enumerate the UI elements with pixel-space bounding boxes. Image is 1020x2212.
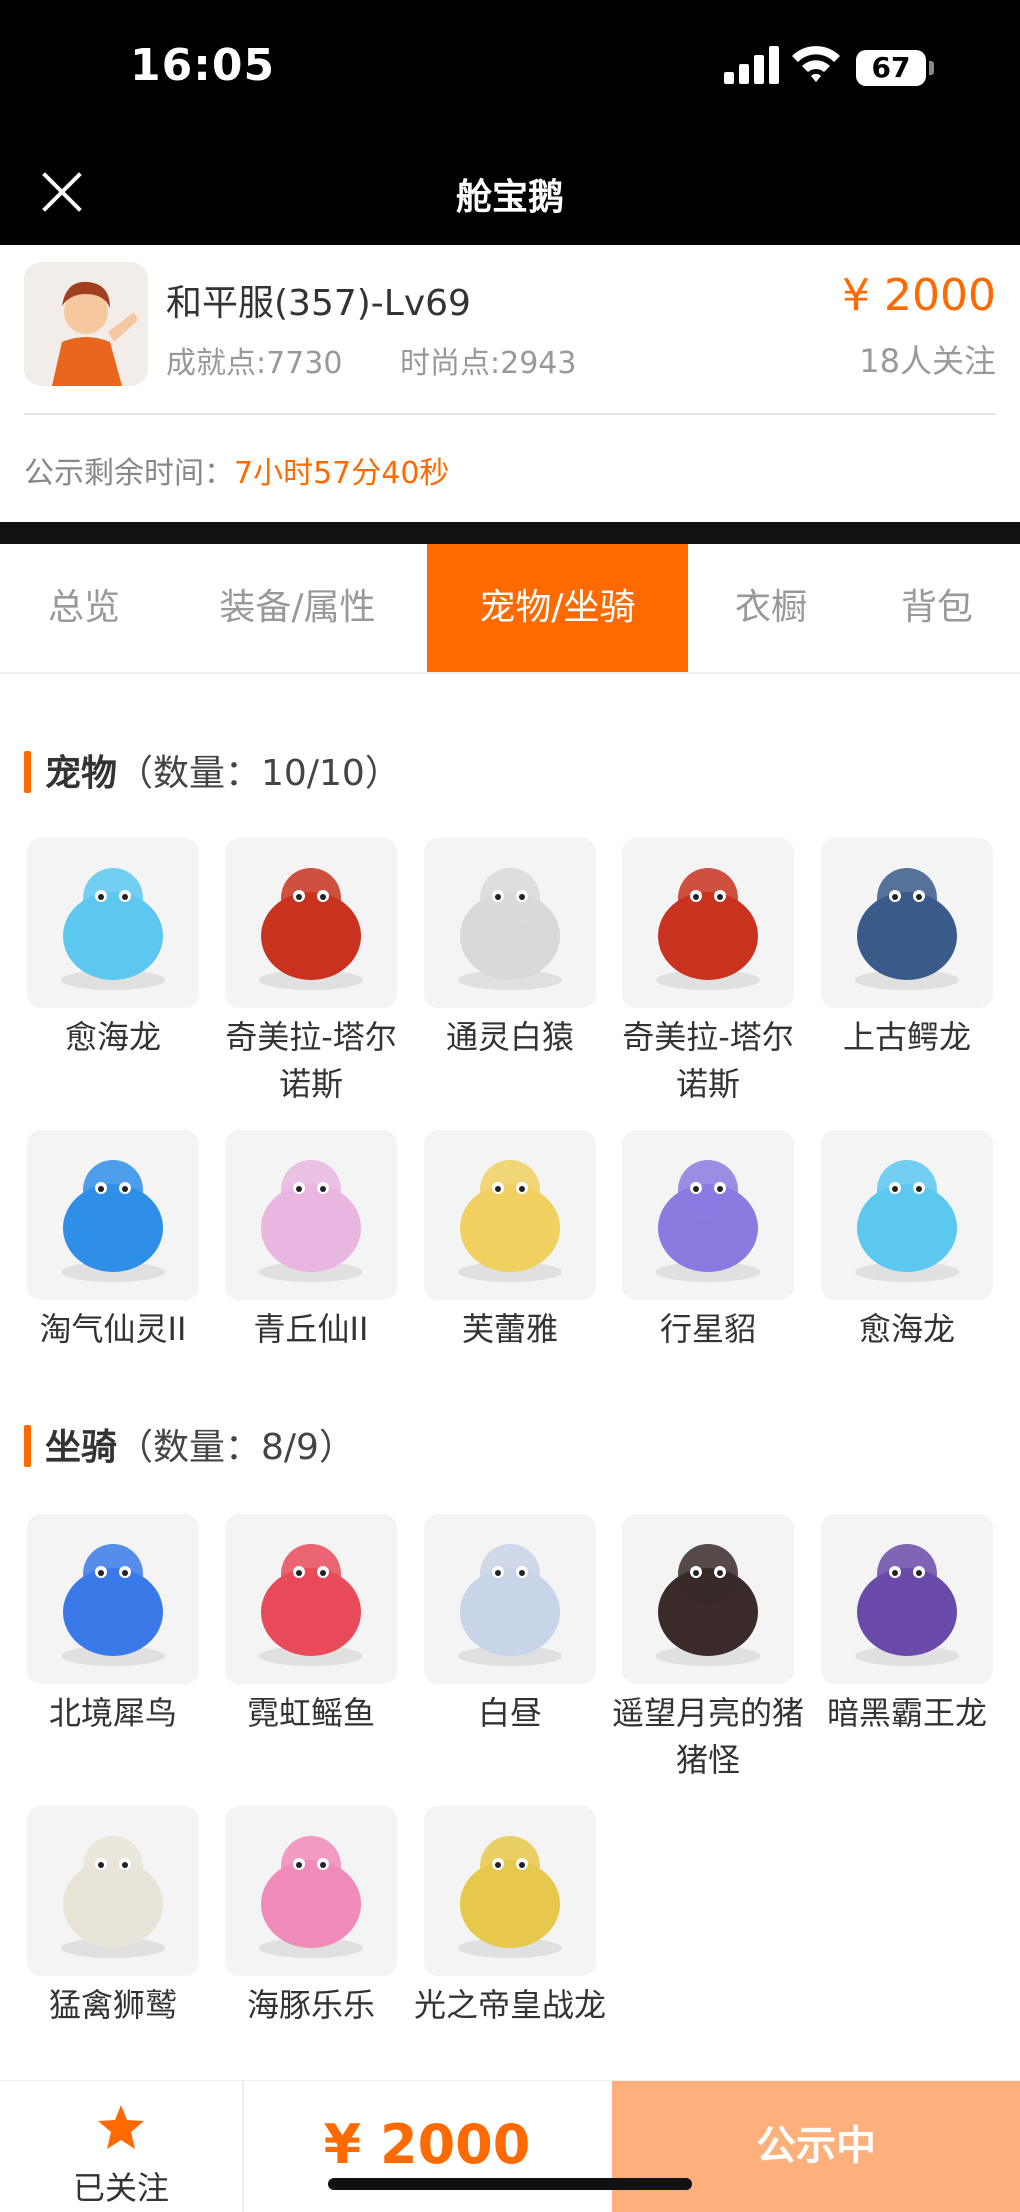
tab-equipment[interactable]: 装备/属性 — [168, 544, 427, 672]
nav-bar: 舱宝鹅 — [0, 140, 1020, 245]
tab-bar: 总览 装备/属性 宠物/坐骑 衣橱 背包 — [0, 544, 1020, 674]
fashion-points: 时尚点:2943 — [400, 346, 577, 381]
item-label: 奇美拉-塔尔诺斯 — [225, 1018, 397, 1103]
item-label: 愈海龙 — [64, 1018, 161, 1056]
item-tile[interactable] — [821, 1130, 993, 1300]
item-label: 奇美拉-塔尔诺斯 — [622, 1018, 794, 1103]
home-indicator — [328, 2178, 692, 2190]
mounts-section-title: 坐骑（数量：8/9） — [24, 1418, 355, 1470]
wifi-icon — [792, 46, 840, 82]
item-tile[interactable] — [622, 1130, 794, 1300]
follower-count: 18人关注 — [859, 342, 996, 380]
item-tile[interactable] — [424, 1130, 596, 1300]
item-tile[interactable] — [27, 1806, 199, 1976]
section-accent — [24, 1425, 31, 1467]
remaining-time-value: 7小时57分40秒 — [234, 456, 450, 491]
item-label: 遥望月亮的猪猪怪 — [611, 1694, 804, 1779]
status-time: 16:05 — [130, 40, 276, 91]
mounts-count: （数量：8/9） — [117, 1427, 355, 1468]
item-tile[interactable] — [424, 1806, 596, 1976]
battery-icon: 67 — [856, 50, 934, 86]
section-accent — [24, 751, 31, 793]
item-label: 芙蕾雅 — [461, 1310, 558, 1348]
divider — [24, 413, 996, 415]
status-bar: 16:05 67 — [0, 0, 1020, 140]
item-tile[interactable] — [821, 838, 993, 1008]
item-label: 青丘仙II — [253, 1310, 369, 1348]
tab-bag[interactable]: 背包 — [854, 544, 1020, 672]
tab-wardrobe[interactable]: 衣橱 — [688, 544, 854, 672]
mounts-title: 坐骑 — [45, 1427, 118, 1468]
item-label: 愈海龙 — [858, 1310, 955, 1348]
item-tile[interactable] — [424, 1514, 596, 1684]
item-label: 淘气仙灵II — [39, 1310, 187, 1348]
item-tile[interactable] — [225, 1806, 397, 1976]
item-label: 光之帝皇战龙 — [413, 1986, 606, 2024]
item-label: 通灵白猿 — [445, 1018, 574, 1056]
item-tile[interactable] — [225, 1130, 397, 1300]
account-avatar — [24, 262, 148, 386]
pets-section-title: 宠物（数量：10/10） — [24, 744, 401, 796]
item-label: 白昼 — [477, 1694, 542, 1732]
achievement-points: 成就点:7730 — [166, 346, 343, 381]
item-tile[interactable] — [27, 1130, 199, 1300]
item-tile[interactable] — [622, 1514, 794, 1684]
remaining-time: 公示剩余时间：7小时57分40秒 — [24, 448, 449, 492]
account-name: 和平服(357)-Lv69 — [166, 283, 471, 324]
section-divider — [0, 522, 1020, 544]
account-price: ¥ 2000 — [842, 270, 996, 321]
item-label: 猛禽狮鹫 — [48, 1986, 177, 2024]
pets-title: 宠物 — [45, 753, 118, 794]
item-tile[interactable] — [27, 1514, 199, 1684]
star-icon — [98, 2105, 144, 2149]
follow-label: 已关注 — [72, 2169, 169, 2207]
follow-button[interactable]: 已关注 — [0, 2081, 244, 2212]
tab-pets-mounts[interactable]: 宠物/坐骑 — [427, 544, 688, 672]
tab-overview[interactable]: 总览 — [0, 544, 168, 672]
item-tile[interactable] — [424, 838, 596, 1008]
item-label: 北境犀鸟 — [48, 1694, 177, 1732]
item-label: 海豚乐乐 — [246, 1986, 375, 2024]
item-tile[interactable] — [821, 1514, 993, 1684]
item-label: 暗黑霸王龙 — [826, 1694, 987, 1732]
item-tile[interactable] — [225, 1514, 397, 1684]
public-status-button[interactable]: 公示中 — [612, 2081, 1020, 2212]
remaining-time-label: 公示剩余时间： — [24, 456, 234, 491]
page-title: 舱宝鹅 — [455, 177, 564, 218]
item-tile[interactable] — [622, 838, 794, 1008]
item-tile[interactable] — [225, 838, 397, 1008]
item-label: 上古鳄龙 — [842, 1018, 971, 1056]
bottom-action-bar: 已关注 ¥ 2000 公示中 — [0, 2080, 1020, 2212]
item-label: 霓虹鳐鱼 — [246, 1694, 375, 1732]
item-tile[interactable] — [27, 838, 199, 1008]
item-label: 行星貂 — [659, 1310, 756, 1348]
bottom-price: ¥ 2000 — [323, 2113, 531, 2176]
pets-count: （数量：10/10） — [117, 753, 401, 794]
cellular-signal-icon — [724, 44, 780, 84]
